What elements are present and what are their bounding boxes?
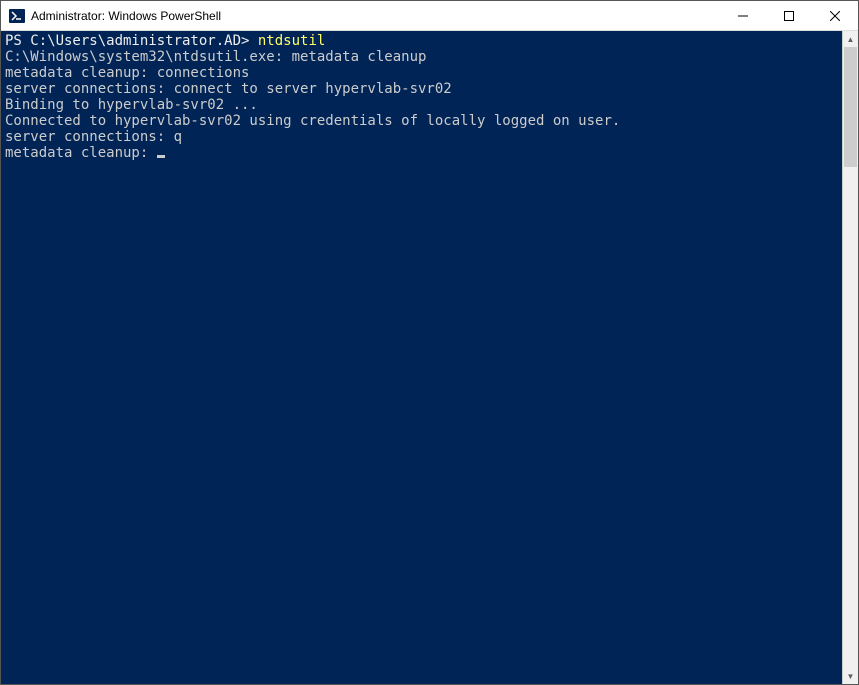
window-title: Administrator: Windows PowerShell (31, 9, 720, 23)
scroll-thumb[interactable] (844, 47, 857, 167)
prompt-path: PS C:\Users\administrator.AD> (5, 33, 258, 49)
window-controls (720, 1, 858, 30)
powershell-icon (9, 8, 25, 24)
output-line: Connected to hypervlab-svr02 using crede… (5, 113, 620, 129)
close-button[interactable] (812, 1, 858, 30)
output-line: metadata cleanup: (5, 145, 157, 161)
output-line: server connections: q (5, 129, 182, 145)
scroll-up-arrow[interactable]: ▲ (843, 31, 858, 47)
output-line: C:\Windows\system32\ntdsutil.exe: metada… (5, 49, 426, 65)
titlebar[interactable]: Administrator: Windows PowerShell (1, 1, 858, 31)
minimize-button[interactable] (720, 1, 766, 30)
vertical-scrollbar[interactable]: ▲ ▼ (842, 31, 858, 684)
scroll-down-arrow[interactable]: ▼ (843, 668, 858, 684)
output-line: Binding to hypervlab-svr02 ... (5, 97, 258, 113)
maximize-button[interactable] (766, 1, 812, 30)
terminal-output[interactable]: PS C:\Users\administrator.AD> ntdsutil C… (1, 31, 842, 684)
terminal-container: PS C:\Users\administrator.AD> ntdsutil C… (1, 31, 858, 684)
output-line: metadata cleanup: connections (5, 65, 249, 81)
prompt-command: ntdsutil (258, 33, 325, 49)
cursor (157, 155, 165, 158)
output-line: server connections: connect to server hy… (5, 81, 452, 97)
